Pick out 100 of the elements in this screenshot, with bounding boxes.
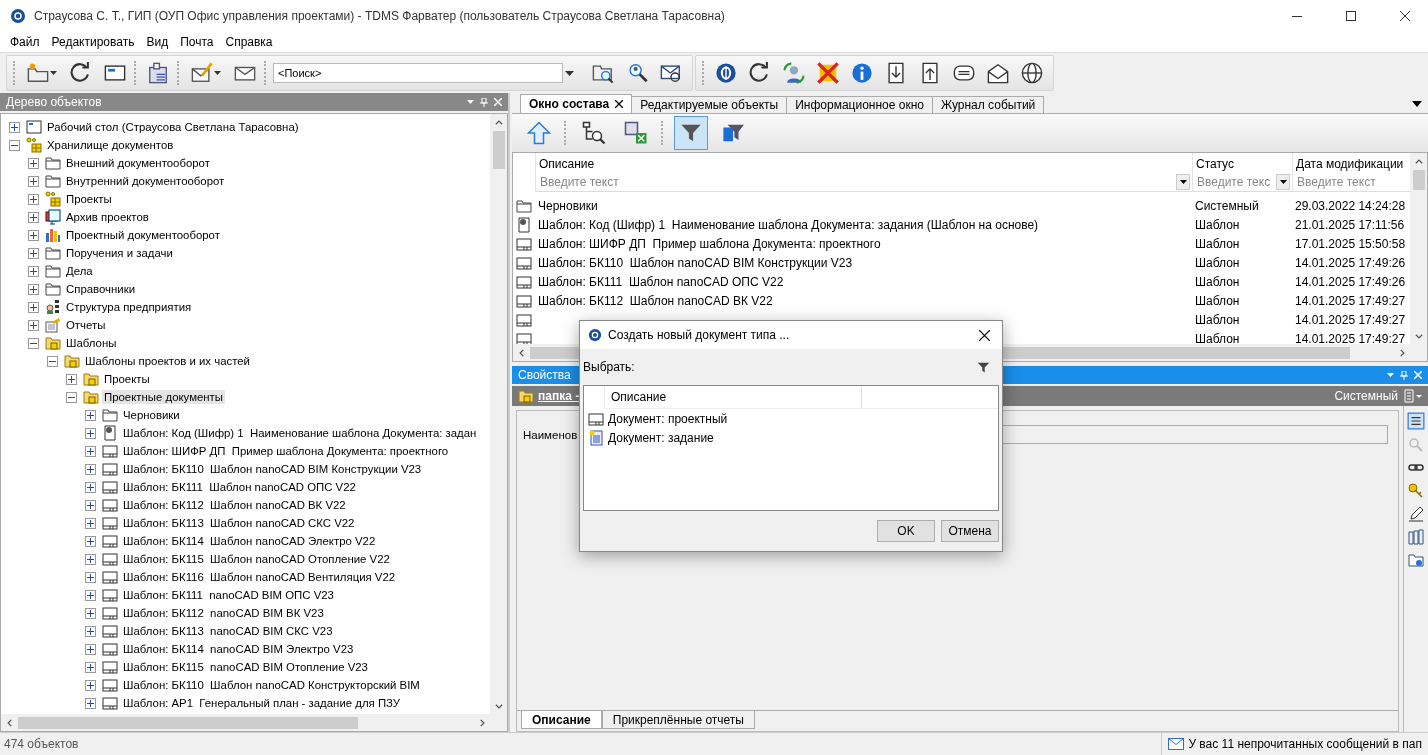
menu-item[interactable]: Вид (140, 33, 175, 51)
dialog-button[interactable]: Отмена (941, 520, 999, 542)
expand-toggle[interactable] (85, 607, 96, 619)
tree-item[interactable]: Архив проектов (64, 210, 151, 224)
expand-toggle[interactable] (85, 643, 96, 655)
list-item[interactable]: Документ: проектный (608, 411, 728, 426)
close-icon[interactable] (615, 100, 624, 108)
collapse-toggle[interactable] (28, 337, 39, 349)
books-icon[interactable] (1408, 529, 1424, 545)
tree-item[interactable]: Шаблон: БК111 nanoCAD BIM ОПС V23 (121, 588, 336, 602)
expand-toggle[interactable] (85, 463, 96, 475)
expand-toggle[interactable] (85, 445, 96, 457)
expand-toggle[interactable] (85, 661, 96, 673)
tree-item[interactable]: Шаблон: БК113 Шаблон nanoCAD СКС V22 (121, 516, 357, 530)
tree-item[interactable]: Рабочий стол (Страусова Светлана Тарасовна) (45, 120, 301, 134)
tree-item[interactable]: Шаблон: БК116 Шаблон nanoCAD Вентиляция V22 (121, 570, 398, 584)
status-message[interactable]: У вас 11 непрочитанных сообщений в пап (1188, 737, 1422, 751)
tree-item[interactable]: Шаблон: АР1 Генеральный план - задание для ПЗУ (121, 696, 403, 710)
tree-item[interactable]: Шаблон: БК112 Шаблон nanoCAD ВК V22 (121, 498, 348, 512)
expand-toggle[interactable] (28, 211, 39, 223)
scroll-thumb[interactable] (18, 716, 358, 729)
pin-icon[interactable] (480, 97, 488, 107)
expand-toggle[interactable] (28, 175, 39, 187)
expand-toggle[interactable] (28, 283, 39, 295)
tab[interactable]: Описание (521, 711, 602, 729)
vertical-scrollbar[interactable] (490, 114, 507, 714)
tree-item[interactable]: Шаблон: БК112 nanoCAD BIM ВК V23 (121, 606, 326, 620)
vertical-scrollbar[interactable] (1410, 153, 1427, 344)
filter-icon[interactable] (977, 360, 990, 374)
collapse-toggle[interactable] (66, 391, 77, 403)
horizontal-scrollbar[interactable] (1, 714, 507, 731)
tree-item[interactable]: Справочники (64, 282, 137, 296)
tree-item[interactable]: Шаблон: БК111 Шаблон nanoCAD ОПС V22 (121, 480, 358, 494)
menu-item[interactable]: Файл (4, 33, 46, 51)
tree-item[interactable]: Шаблоны проектов и их частей (83, 354, 252, 368)
tree-item[interactable]: Шаблон: БК115 nanoCAD BIM Отопление V23 (121, 660, 370, 674)
expand-toggle[interactable] (85, 697, 96, 709)
expand-toggle[interactable] (85, 571, 96, 583)
key-icon[interactable] (1408, 483, 1424, 499)
folder-settings-icon[interactable] (1408, 552, 1424, 568)
tab[interactable]: Прикреплённые отчеты (601, 711, 755, 729)
tree-item[interactable]: Шаблон: БК110 Шаблон nanoCAD Конструкторский BIM (121, 678, 422, 692)
menu-item[interactable]: Редактировать (45, 33, 141, 51)
tab[interactable]: Информационное окно (786, 96, 933, 113)
column-header[interactable]: Описание (604, 386, 862, 408)
tree-item[interactable]: Шаблон: БК113 nanoCAD BIM СКС V23 (121, 624, 335, 638)
menu-item[interactable]: Справка (219, 33, 279, 51)
list-item[interactable]: Документ: задание (608, 430, 714, 445)
pin-icon[interactable] (1400, 370, 1408, 380)
dropdown-arrow-icon[interactable] (1179, 180, 1187, 184)
expand-toggle[interactable] (28, 319, 39, 331)
tree-item[interactable]: Внутренний документооборот (64, 174, 227, 188)
tree-item[interactable]: Шаблон: БК114 nanoCAD BIM Электро V23 (121, 642, 356, 656)
tree-item[interactable]: Проектный документооборот (64, 228, 222, 242)
search-field[interactable]: <Поиск> (273, 63, 563, 83)
expand-toggle[interactable] (85, 481, 96, 493)
scroll-thumb[interactable] (492, 131, 505, 169)
tree-item[interactable]: Шаблон: БК115 Шаблон nanoCAD Отопление V22 (121, 552, 392, 566)
expand-toggle[interactable] (28, 193, 39, 205)
expand-toggle[interactable] (66, 373, 77, 385)
pen-icon[interactable] (1408, 506, 1424, 522)
expand-toggle[interactable] (85, 535, 96, 547)
envelope-icon[interactable] (1168, 738, 1185, 750)
tab[interactable]: Редактируемые объекты (631, 96, 788, 113)
expand-toggle[interactable] (85, 679, 96, 691)
tree-item[interactable]: Шаблон: БК114 Шаблон nanoCAD Электро V22 (121, 534, 378, 548)
dropdown-arrow-icon[interactable] (1279, 180, 1287, 184)
expand-toggle[interactable] (28, 157, 39, 169)
tree-item[interactable]: Отчеты (64, 318, 108, 332)
tree-item[interactable]: Поручения и задачи (64, 246, 175, 260)
tree-item[interactable]: Шаблон: ШИФР ДП Пример шаблона Документа: проектного (121, 444, 451, 458)
tree-item[interactable]: Проекты (102, 372, 152, 386)
tree-item[interactable]: Внешний документооборот (64, 156, 212, 170)
tree-item[interactable]: Шаблоны (64, 336, 119, 350)
dropdown-arrow-icon[interactable] (565, 68, 574, 78)
expand-toggle[interactable] (28, 301, 39, 313)
tab[interactable]: Журнал событий (931, 96, 1045, 113)
expand-toggle[interactable] (85, 553, 96, 565)
scroll-thumb[interactable] (1412, 170, 1425, 190)
object-link[interactable]: папка - (538, 389, 580, 403)
document-menu-icon[interactable] (1404, 389, 1422, 403)
expand-toggle[interactable] (28, 247, 39, 259)
expand-toggle[interactable] (85, 589, 96, 601)
tree-item[interactable]: Хранилище документов (45, 138, 176, 152)
expand-toggle[interactable] (85, 625, 96, 637)
expand-toggle[interactable] (85, 517, 96, 529)
filter-button[interactable] (674, 116, 708, 150)
expand-toggle[interactable] (85, 409, 96, 421)
dropdown-arrow-icon[interactable] (1412, 101, 1422, 107)
dialog-button[interactable]: OK (877, 520, 935, 542)
tree-item[interactable]: Дела (64, 264, 95, 278)
expand-toggle[interactable] (28, 229, 39, 241)
tab[interactable]: Окно состава (520, 94, 633, 113)
tree-item[interactable]: Проекты (64, 192, 114, 206)
tree-item[interactable]: Шаблон: Код (Шифр) 1 Наименование шаблона Документа: задан (121, 426, 479, 440)
form-view-icon[interactable] (1407, 412, 1425, 430)
menu-item[interactable]: Почта (174, 33, 220, 51)
tree-item[interactable]: Проектные документы (102, 390, 226, 404)
collapse-toggle[interactable] (47, 355, 58, 367)
tree-item[interactable]: Шаблон: БК110 Шаблон nanoCAD BIM Конструкции V23 (121, 462, 424, 476)
